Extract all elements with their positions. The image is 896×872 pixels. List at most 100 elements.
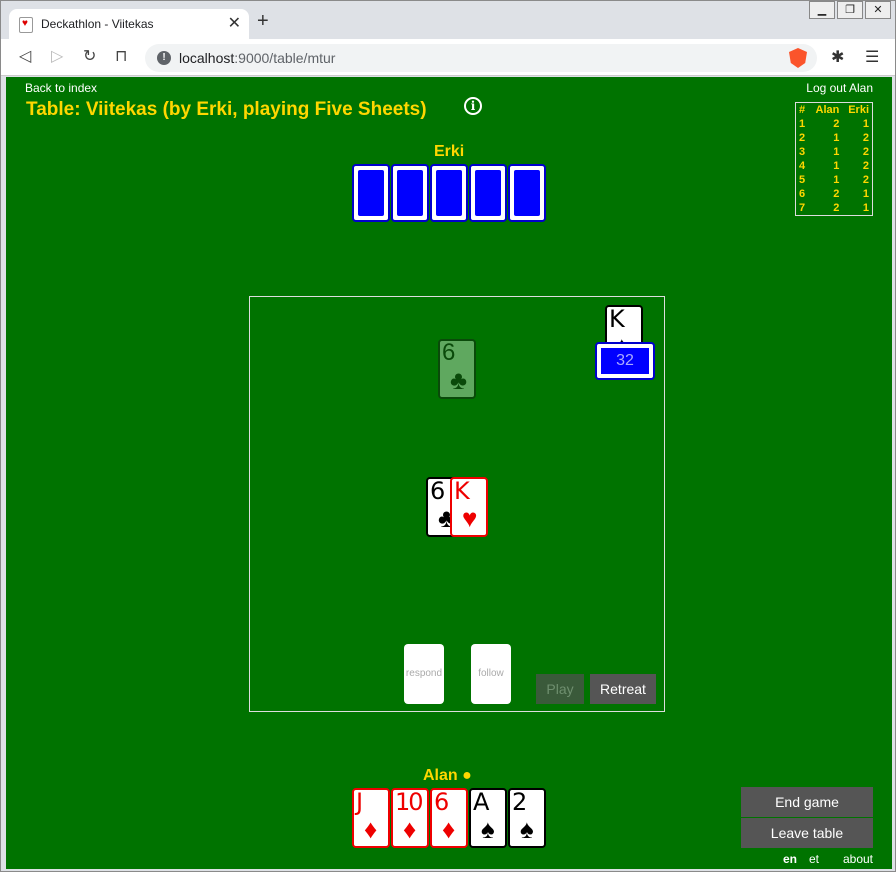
score-table: # Alan Erki 1 2 1 2 1 2 3 1 2 4 1 2 5 1 2 6 2 1 7 2 1 [795, 102, 873, 216]
new-tab-icon[interactable]: + [257, 11, 269, 31]
played-card-suit: ♥ [462, 503, 478, 533]
score-cell: 1 [833, 160, 840, 172]
browser-tab[interactable]: Deckathlon - Viitekas ✕ [9, 9, 249, 39]
back-to-index-link[interactable]: Back to index [25, 81, 97, 95]
address-bar[interactable]: ! localhost:9000/table/mtur [145, 44, 817, 72]
deck-count: 32 [601, 348, 649, 374]
score-cell: 1 [862, 202, 869, 214]
score-cell: 2 [862, 160, 869, 172]
score-cell: 2 [799, 132, 806, 144]
window-controls: ▁ ❐ ✕ [807, 1, 891, 19]
hand-card-rank: A [473, 788, 490, 816]
footer-links: en et about [783, 852, 873, 866]
forward-arrow-icon[interactable]: ▷ [51, 47, 63, 67]
close-tab-icon[interactable]: ✕ [228, 13, 241, 33]
bookmark-icon[interactable]: ⊓ [115, 47, 127, 67]
about-link[interactable]: about [843, 852, 873, 866]
played-card-rank: 6 [430, 477, 446, 505]
score-cell: 4 [799, 160, 806, 172]
hand-card-suit: ♦ [442, 814, 456, 844]
score-cell: 1 [862, 118, 869, 130]
play-button[interactable]: Play [536, 674, 584, 704]
lang-et-link[interactable]: et [809, 852, 819, 866]
site-info-icon[interactable]: ! [157, 51, 171, 65]
score-cell: 1 [799, 118, 806, 130]
hand-card-rank: 10 [395, 788, 424, 816]
score-cell: 1 [833, 174, 840, 186]
played-card[interactable]: K ♥ [450, 477, 488, 537]
score-row: 5 1 2 [796, 173, 873, 187]
score-header-erki: Erki [848, 104, 869, 116]
hand-card-suit: ♠ [520, 814, 534, 844]
leave-table-button[interactable]: Leave table [741, 818, 873, 848]
hand-card-suit: ♦ [403, 814, 417, 844]
score-cell: 1 [833, 146, 840, 158]
deck-stack: 32 [595, 342, 655, 380]
last-trick-card: 6 ♣ [438, 339, 476, 399]
opponent-name: Erki [434, 143, 465, 160]
hand-card-suit: ♦ [364, 814, 378, 844]
opponent-card-back [391, 164, 429, 222]
score-row: 6 2 1 [796, 187, 873, 201]
url-host: localhost [179, 50, 235, 66]
score-cell: 2 [862, 146, 869, 158]
played-card-rank: K [454, 477, 470, 505]
url-path: :9000/table/mtur [234, 50, 336, 66]
score-cell: 6 [799, 188, 806, 200]
score-header-row: # Alan Erki [796, 103, 873, 118]
opponent-card-back [469, 164, 507, 222]
extensions-icon[interactable]: ✱ [831, 47, 844, 67]
score-cell: 2 [862, 174, 869, 186]
score-row: 4 1 2 [796, 159, 873, 173]
restore-icon[interactable]: ❐ [837, 1, 863, 19]
respond-slot[interactable]: respond [404, 644, 444, 704]
score-row: 1 2 1 [796, 117, 873, 131]
score-cell: 1 [833, 132, 840, 144]
hand-card[interactable]: J ♦ [352, 788, 390, 848]
score-row: 7 2 1 [796, 201, 873, 216]
hand-card[interactable]: A ♠ [469, 788, 507, 848]
menu-icon[interactable]: ☰ [865, 47, 879, 67]
browser-toolbar: ◁ ▷ ↻ ⊓ ! localhost:9000/table/mtur ✱ ☰ [1, 39, 895, 76]
ghost-card-suit: ♣ [450, 365, 468, 395]
hand-card-rank: J [356, 788, 364, 816]
score-cell: 3 [799, 146, 806, 158]
opponent-card-back [430, 164, 468, 222]
hand-card-rank: 2 [512, 788, 528, 816]
game-page: Back to index Log out Alan Table: Viitek… [6, 77, 892, 869]
minimize-icon[interactable]: ▁ [809, 1, 835, 19]
ghost-card-rank: 6 [442, 339, 456, 366]
score-cell: 1 [862, 188, 869, 200]
retreat-button[interactable]: Retreat [590, 674, 656, 704]
play-area: K ♠ 32 6 ♣ 6 ♣ K ♥ respond follow Play R… [249, 296, 665, 712]
url-text: localhost:9000/table/mtur [179, 50, 335, 66]
end-game-button[interactable]: End game [741, 787, 873, 817]
score-row: 3 1 2 [796, 145, 873, 159]
logout-link[interactable]: Log out Alan [806, 81, 873, 95]
tab-title: Deckathlon - Viitekas [41, 17, 154, 31]
hand-card-suit: ♠ [481, 814, 495, 844]
score-cell: 2 [833, 202, 840, 214]
lang-en-link[interactable]: en [783, 852, 797, 866]
score-header-num: # [799, 104, 806, 116]
hand-card[interactable]: 10 ♦ [391, 788, 429, 848]
browser-window: Deckathlon - Viitekas ✕ + ▁ ❐ ✕ ◁ ▷ ↻ ⊓ … [0, 0, 896, 872]
back-arrow-icon[interactable]: ◁ [19, 47, 31, 67]
hand-card[interactable]: 6 ♦ [430, 788, 468, 848]
info-icon[interactable]: i [464, 97, 482, 115]
score-cell: 5 [799, 174, 806, 186]
score-cell: 2 [833, 118, 840, 130]
card-favicon-icon [19, 17, 33, 33]
table-title: Table: Viitekas (by Erki, playing Five S… [26, 99, 427, 120]
score-cell: 7 [799, 202, 806, 214]
tab-bar: Deckathlon - Viitekas ✕ + ▁ ❐ ✕ [1, 1, 895, 39]
hand-card[interactable]: 2 ♠ [508, 788, 546, 848]
score-cell: 2 [862, 132, 869, 144]
close-window-icon[interactable]: ✕ [865, 1, 891, 19]
brave-shield-icon[interactable] [789, 48, 807, 68]
reload-icon[interactable]: ↻ [83, 47, 96, 67]
follow-slot[interactable]: follow [471, 644, 511, 704]
opponent-card-back [352, 164, 390, 222]
score-header-alan: Alan [815, 104, 840, 116]
player-name: Alan ● [423, 767, 472, 784]
